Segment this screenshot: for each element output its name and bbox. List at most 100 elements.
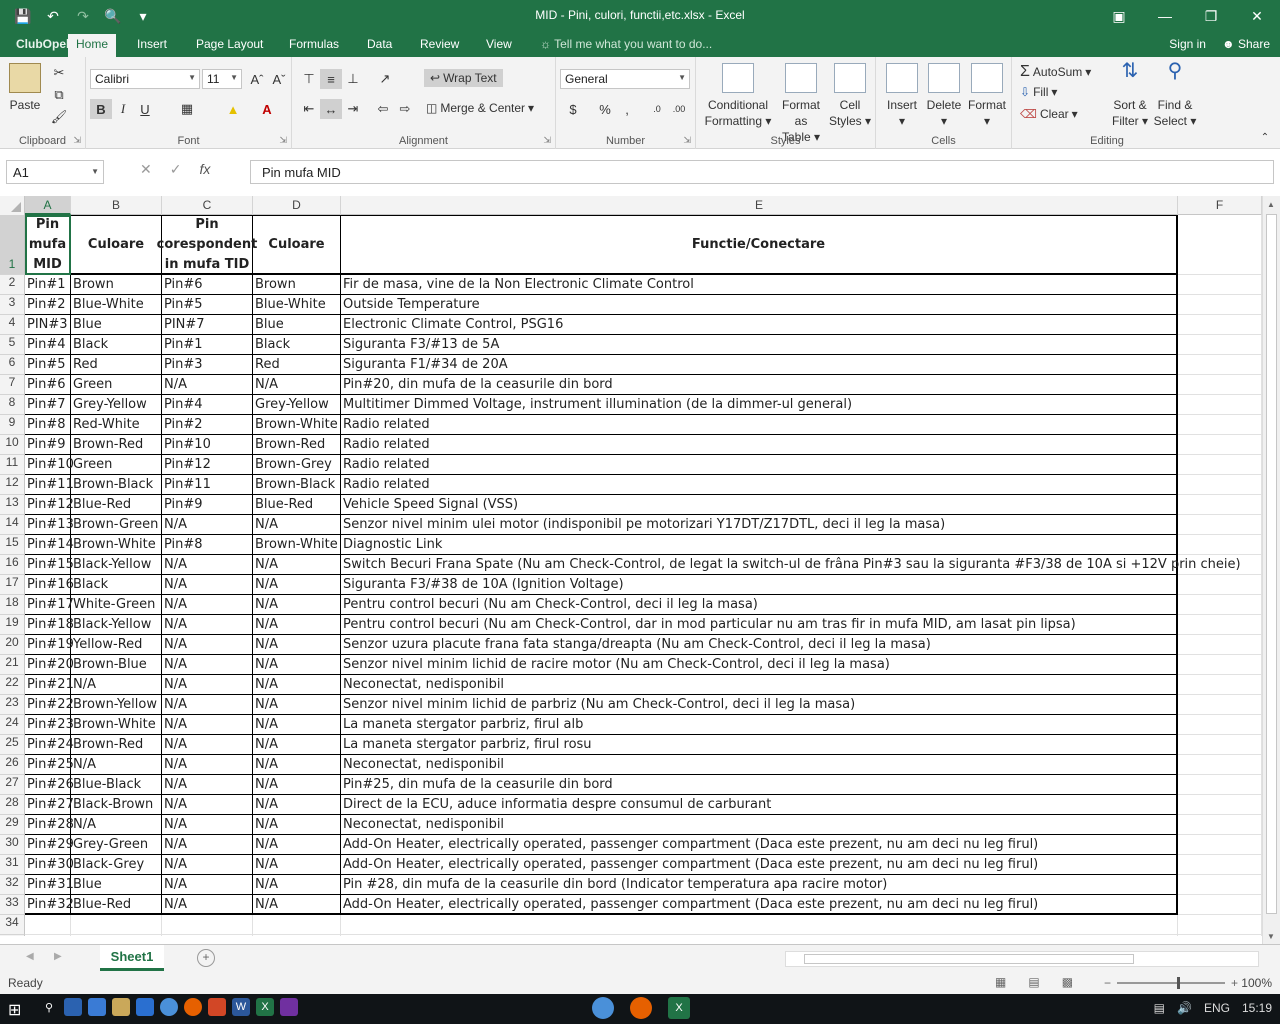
table-cell[interactable] (1178, 355, 1262, 375)
table-cell[interactable] (162, 915, 253, 935)
browser-icon[interactable] (160, 998, 178, 1016)
italic-button[interactable]: I (112, 99, 134, 119)
table-cell[interactable]: Pin#11 (162, 475, 253, 495)
table-cell[interactable]: Blue (71, 875, 162, 895)
table-cell[interactable]: Brown-Black (71, 475, 162, 495)
dialog-launcher-icon[interactable]: ⇲ (279, 135, 287, 146)
table-cell[interactable]: Blue (71, 315, 162, 335)
table-cell[interactable] (1178, 375, 1262, 395)
table-cell[interactable]: Pin#5 (25, 355, 71, 375)
currency-icon[interactable]: $ (562, 99, 584, 119)
table-cell[interactable]: N/A (253, 835, 341, 855)
dialog-launcher-icon[interactable]: ⇲ (543, 135, 551, 146)
row-header[interactable]: 9 (0, 415, 25, 435)
page-layout-view-icon[interactable]: ▤ (1028, 975, 1039, 989)
table-cell[interactable]: Pin#2 (25, 295, 71, 315)
cancel-icon[interactable]: ✕ (140, 161, 152, 178)
table-cell[interactable]: Pin#1 (162, 335, 253, 355)
table-cell[interactable]: Green (71, 375, 162, 395)
table-cell[interactable]: N/A (253, 515, 341, 535)
table-cell[interactable]: Brown-Yellow (71, 695, 162, 715)
sign-in-link[interactable]: Sign in (1169, 37, 1206, 51)
align-middle-icon[interactable]: ≡ (320, 69, 342, 89)
row-header[interactable]: 3 (0, 295, 25, 315)
table-cell[interactable] (25, 935, 71, 936)
table-cell[interactable]: Senzor nivel minim ulei motor (indisponi… (341, 515, 1178, 535)
table-cell[interactable]: Brown-White (253, 535, 341, 555)
add-sheet-icon[interactable]: + (197, 949, 215, 967)
row-header[interactable]: 31 (0, 855, 25, 875)
borders-icon[interactable]: ▦ (176, 99, 198, 119)
firefox-icon[interactable] (630, 997, 652, 1019)
tab-review[interactable]: Review (420, 37, 459, 51)
table-cell[interactable]: Brown-Black (253, 475, 341, 495)
row-header[interactable]: 28 (0, 795, 25, 815)
fill-button[interactable]: ⇩ Fill ▾ (1020, 85, 1057, 99)
increase-indent-icon[interactable]: ⇨ (394, 99, 416, 119)
number-format-dropdown[interactable]: General ▼ (560, 69, 690, 89)
column-header-f[interactable]: F (1178, 196, 1262, 215)
table-cell[interactable]: N/A (253, 555, 341, 575)
table-cell[interactable]: Pin#24 (25, 735, 74, 755)
row-header[interactable]: 32 (0, 875, 25, 895)
table-cell[interactable]: Pin#26 (25, 775, 74, 795)
table-cell[interactable]: Pin#25 (25, 755, 74, 775)
table-cell[interactable]: N/A (162, 875, 253, 895)
table-cell[interactable]: N/A (253, 775, 341, 795)
table-cell[interactable] (1178, 795, 1262, 815)
table-cell[interactable]: N/A (162, 675, 253, 695)
table-cell[interactable]: Black-Yellow (71, 615, 162, 635)
autosum-button[interactable]: Σ AutoSum ▾ (1020, 63, 1091, 81)
select-all-button[interactable] (0, 196, 25, 215)
table-cell[interactable]: N/A (253, 735, 341, 755)
table-cell[interactable]: Red-White (71, 415, 162, 435)
table-cell[interactable] (1178, 635, 1262, 655)
table-cell[interactable]: Pin#6 (25, 375, 71, 395)
column-header-b[interactable]: B (71, 196, 162, 215)
table-cell[interactable]: Pin#17 (25, 595, 74, 615)
table-cell[interactable]: Brown-White (71, 535, 162, 555)
tab-insert[interactable]: Insert (137, 37, 167, 51)
table-cell[interactable]: Radio related (341, 415, 1178, 435)
table-cell[interactable]: Pin#30 (25, 855, 74, 875)
find-select-button[interactable]: ⚲ Find & Select ▾ (1152, 61, 1198, 129)
table-cell[interactable]: Pin#18 (25, 615, 74, 635)
close-button[interactable]: ✕ (1234, 0, 1280, 32)
table-cell[interactable]: Pentru control becuri (Nu am Check-Contr… (341, 615, 1178, 635)
table-cell[interactable]: Black-Grey (71, 855, 162, 875)
row-header[interactable]: 12 (0, 475, 25, 495)
table-cell[interactable]: N/A (253, 855, 341, 875)
row-header[interactable]: 33 (0, 895, 25, 915)
merge-center-button[interactable]: ◫ Merge & Center ▾ (426, 101, 534, 115)
column-header-d[interactable]: D (253, 196, 341, 215)
table-cell[interactable] (1178, 435, 1262, 455)
table-cell[interactable]: N/A (162, 515, 253, 535)
app-icon[interactable] (112, 998, 130, 1016)
horizontal-scrollbar[interactable] (785, 951, 1259, 967)
wrap-text-button[interactable]: ↩ Wrap Text (424, 69, 503, 87)
table-cell[interactable] (1178, 775, 1262, 795)
table-cell[interactable]: Pin #28, din mufa de la ceasurile din bo… (341, 875, 1178, 895)
percent-icon[interactable]: % (594, 99, 616, 119)
table-cell[interactable]: Pin#27 (25, 795, 74, 815)
table-cell[interactable]: Pin#32 (25, 895, 74, 915)
table-cell[interactable] (1178, 655, 1262, 675)
table-cell[interactable]: N/A (253, 575, 341, 595)
row-header[interactable]: 22 (0, 675, 25, 695)
table-cell[interactable] (341, 915, 1178, 935)
cell-d1[interactable]: Culoare (253, 215, 341, 275)
table-cell[interactable]: Brown (71, 275, 162, 295)
table-cell[interactable]: N/A (253, 875, 341, 895)
table-cell[interactable]: N/A (162, 695, 253, 715)
scroll-thumb[interactable] (804, 954, 1134, 964)
table-cell[interactable]: Pin#3 (162, 355, 253, 375)
table-cell[interactable]: Brown-Red (253, 435, 341, 455)
table-cell[interactable]: Brown-Blue (71, 655, 162, 675)
minimize-button[interactable]: — (1142, 0, 1188, 32)
app-icon[interactable] (136, 998, 154, 1016)
table-cell[interactable] (1178, 335, 1262, 355)
orientation-icon[interactable]: ↗ (374, 69, 396, 89)
tab-view[interactable]: View (486, 37, 512, 51)
row-header[interactable]: 20 (0, 635, 25, 655)
table-cell[interactable]: Pentru control becuri (Nu am Check-Contr… (341, 595, 1178, 615)
